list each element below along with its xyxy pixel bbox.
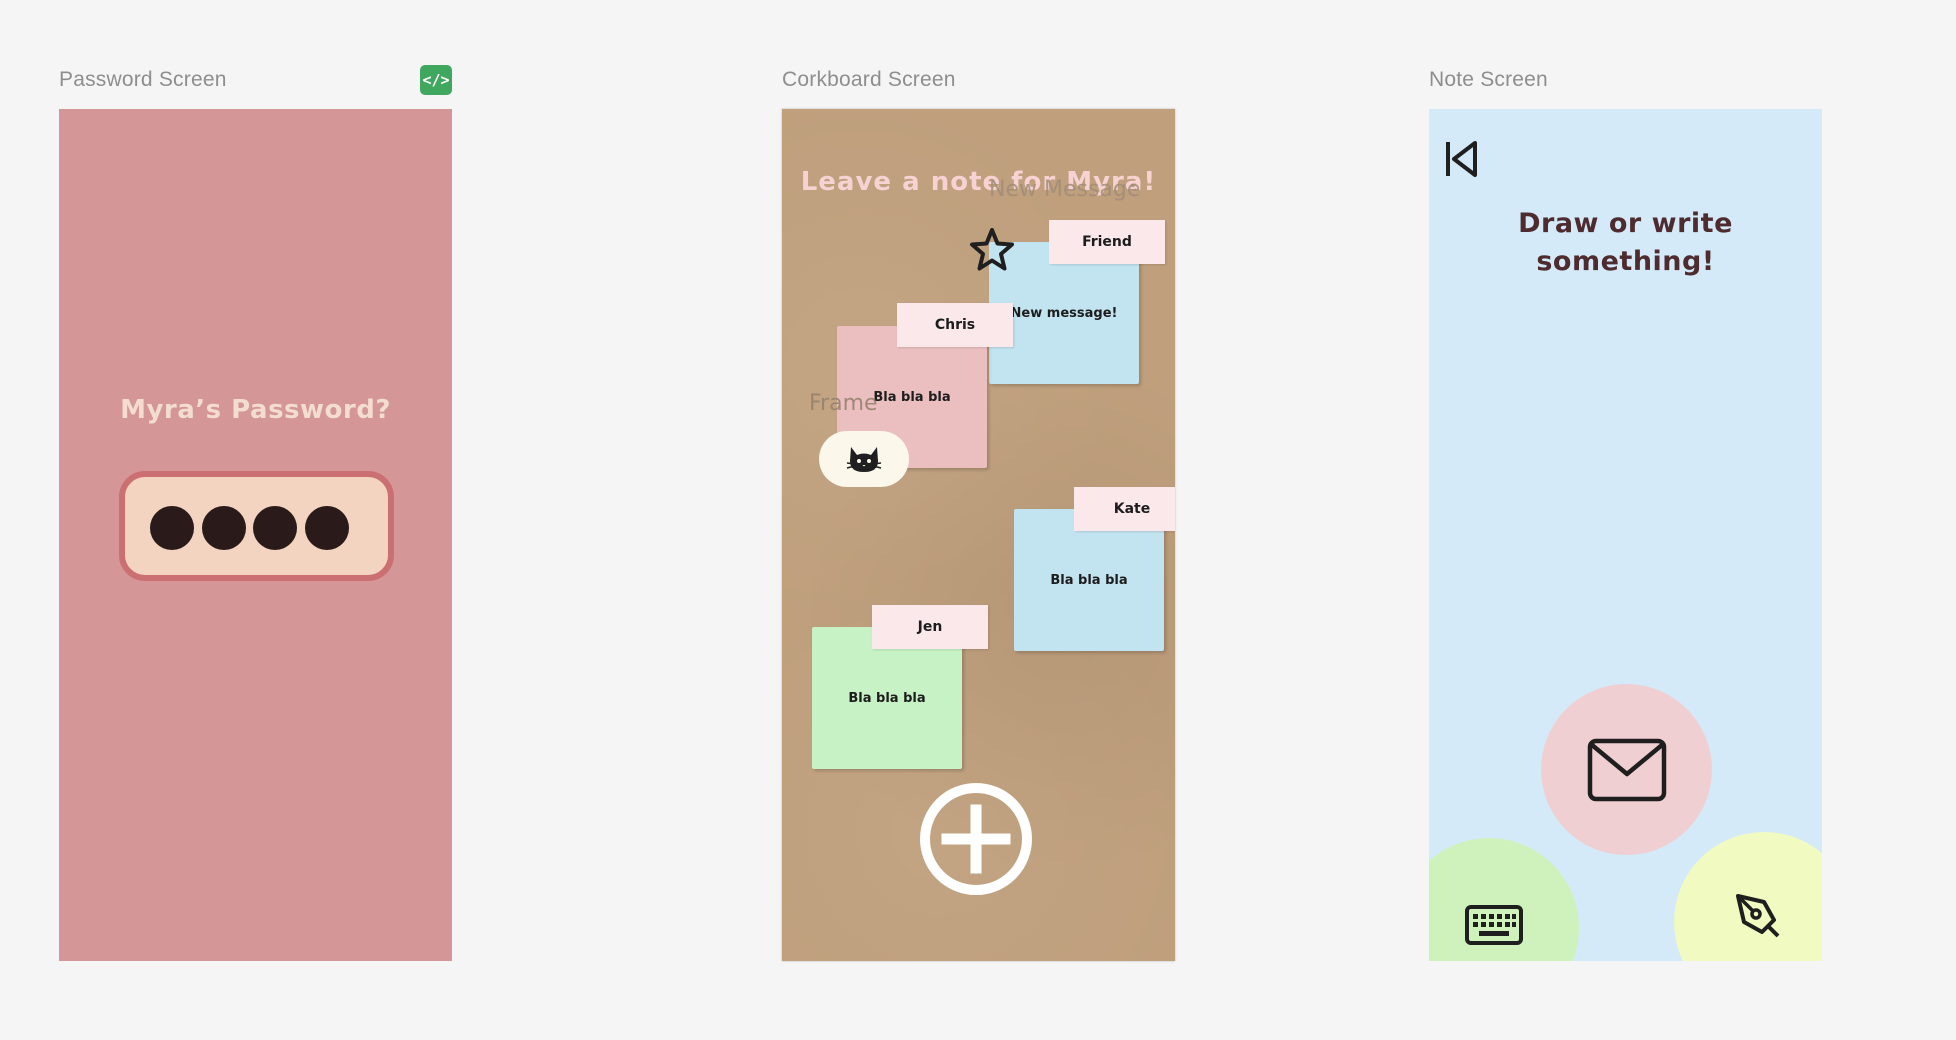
password-screen: Myra’s Password? [59,109,452,961]
note-author-tag: Kate [1074,487,1175,531]
note-author-tag: Jen [872,605,988,649]
note-title-line: something! [1536,246,1715,277]
cat-icon [846,447,882,472]
draw-button[interactable] [1674,832,1822,961]
send-button[interactable] [1541,684,1712,855]
note-text: Bla bla bla [1050,572,1128,588]
note-author: Jen [917,619,943,635]
password-title: Myra’s Password? [120,395,391,425]
note-author-tag: Friend [1049,220,1165,264]
star-icon[interactable] [968,226,1016,274]
note-text: Bla bla bla [873,389,951,405]
note-author: Kate [1113,501,1151,517]
note-screen: Draw or write something! [1429,109,1822,961]
pen-icon [1736,894,1780,938]
new-message-layer-label: New Message [989,177,1141,202]
code-icon[interactable]: </> [420,65,452,95]
note-text: New message! [1010,305,1118,321]
corkboard-screen: Leave a note for Myra! New Message New m… [782,109,1175,961]
add-icon[interactable] [918,781,1034,897]
note-author: Chris [934,317,976,333]
back-icon[interactable] [1443,139,1479,179]
keyboard-button[interactable] [1429,838,1579,961]
corkboard-screen-label: Corkboard Screen [782,68,956,91]
envelope-icon [1587,738,1666,801]
password-dot [150,506,194,550]
note-title-line: Draw or write [1518,208,1733,239]
password-dot [253,506,297,550]
password-screen-label: Password Screen [59,68,227,91]
note-text: Bla bla bla [848,690,926,706]
note-author: Friend [1082,234,1132,250]
note-screen-label: Note Screen [1429,68,1548,91]
note-title: Draw or write something! [1429,205,1822,281]
password-dot [305,506,349,550]
note-author-tag: Chris [897,303,1013,347]
password-input[interactable] [119,471,394,581]
keyboard-icon [1465,905,1523,945]
cat-button[interactable] [819,431,909,487]
password-dot [202,506,246,550]
frame-layer-label: Frame [809,391,878,416]
